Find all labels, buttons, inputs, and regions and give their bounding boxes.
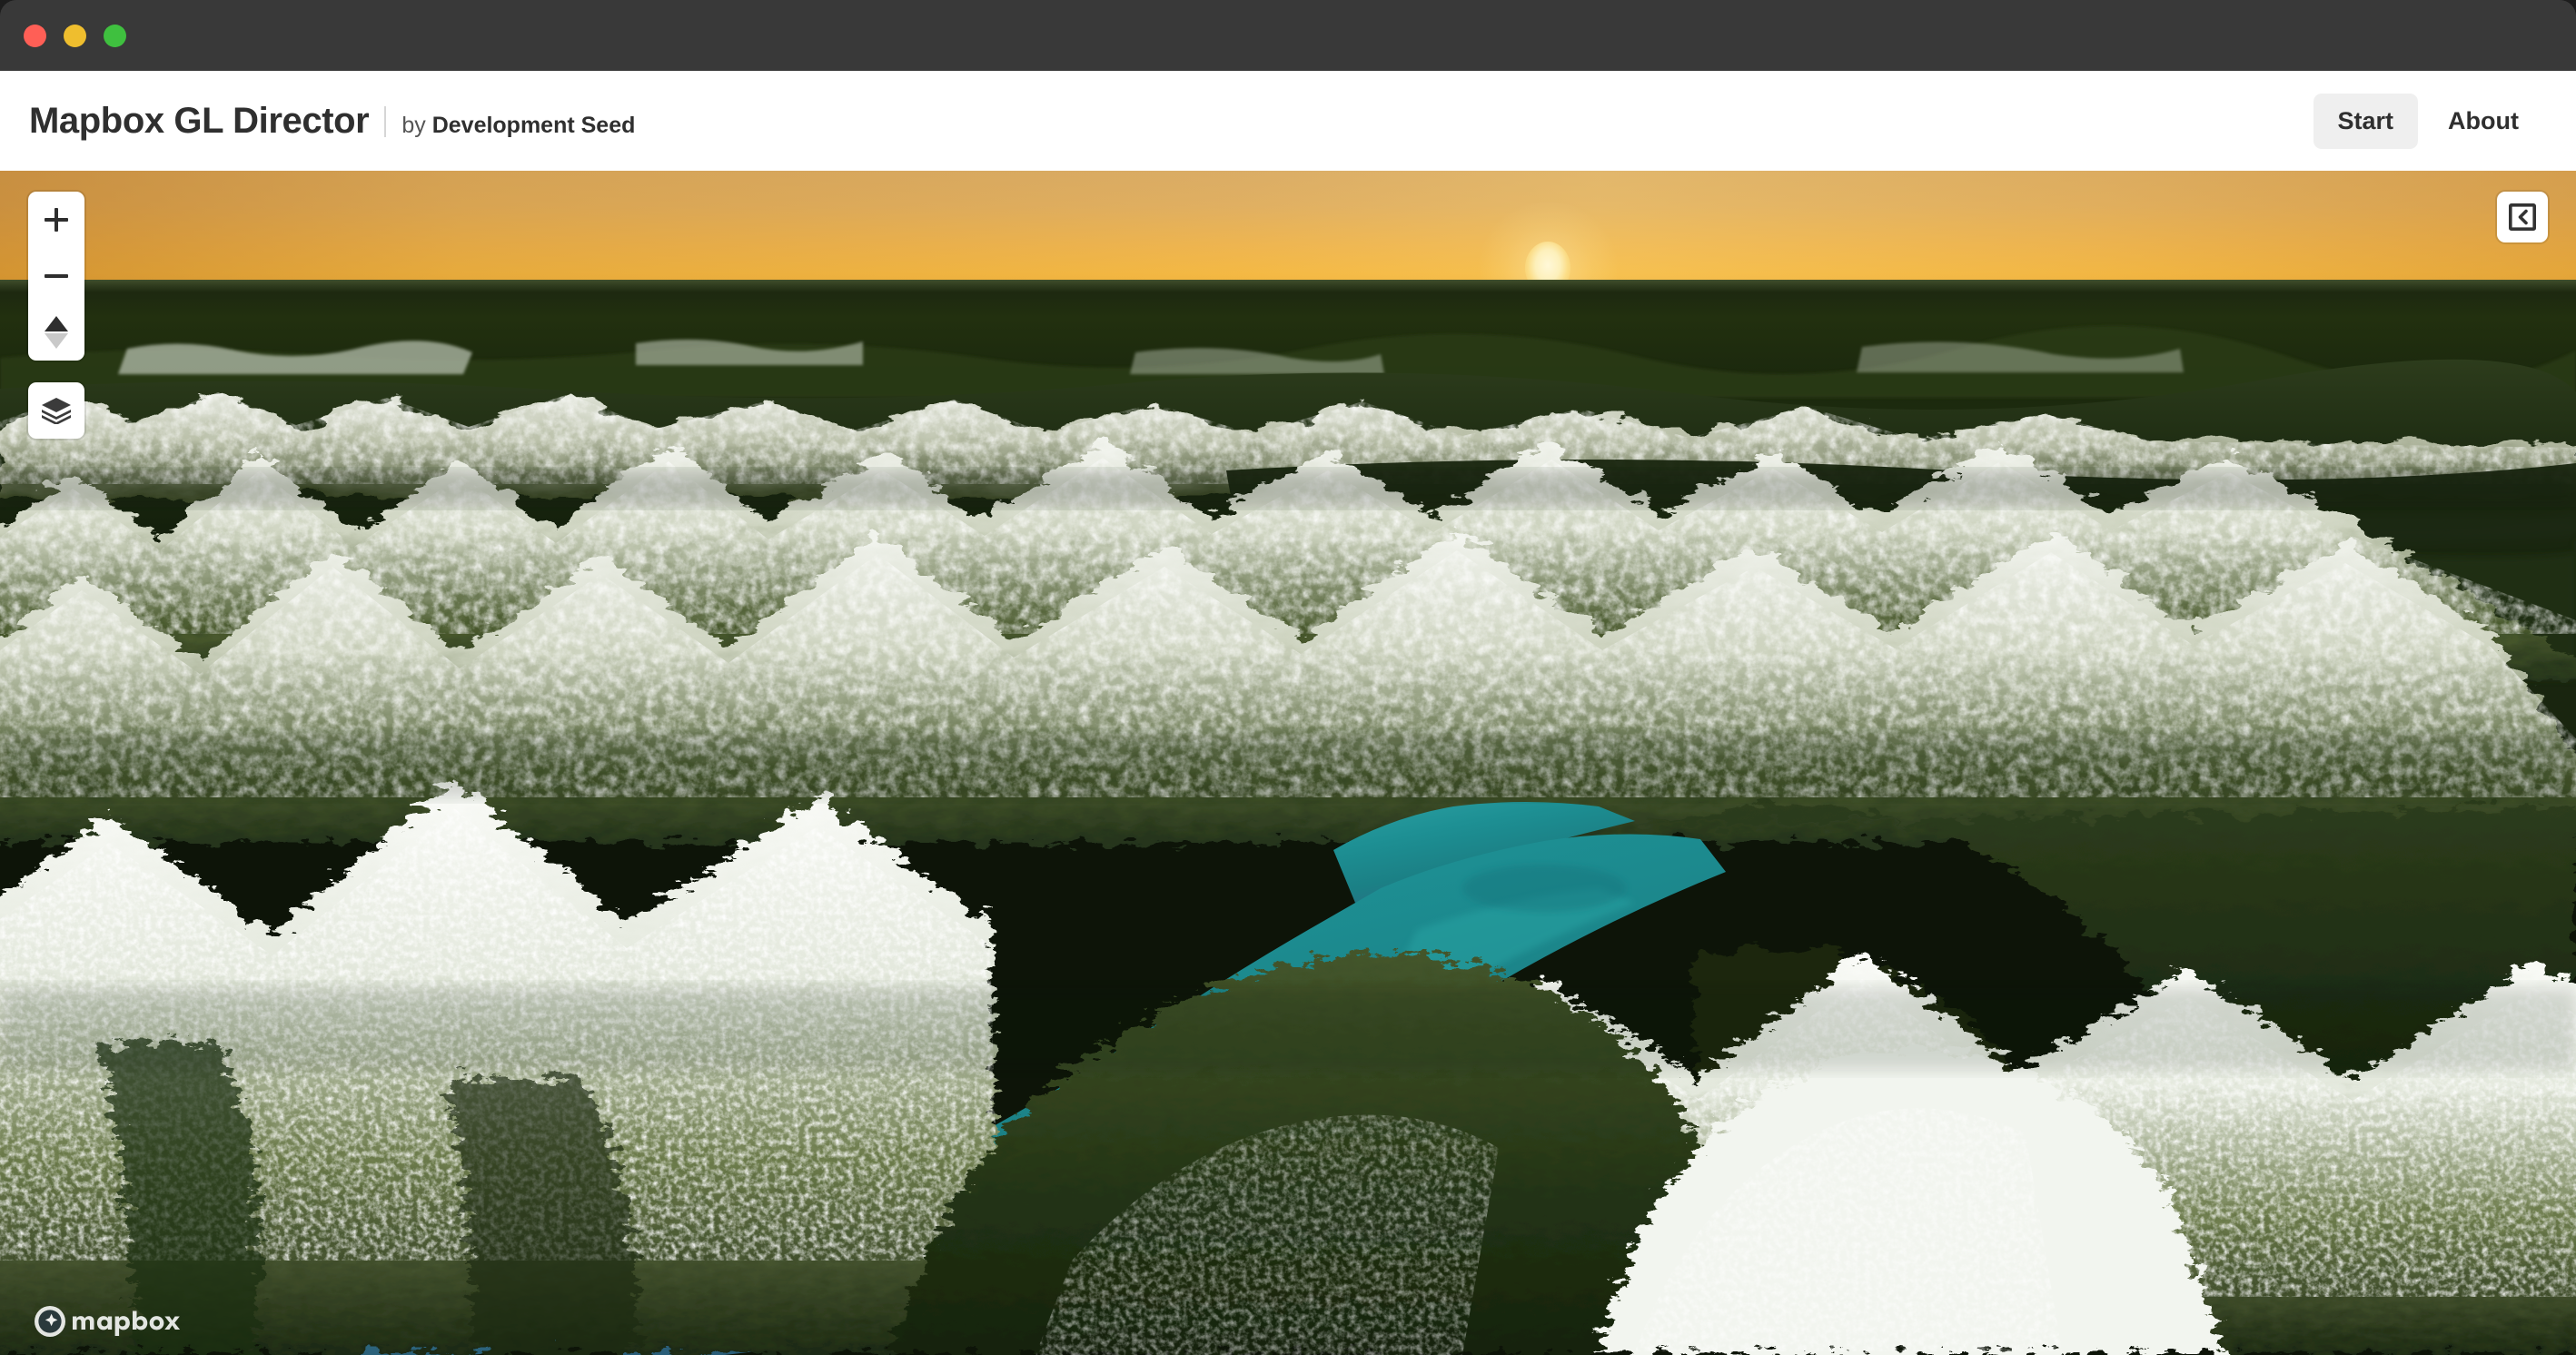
map-canvas[interactable] bbox=[0, 171, 2576, 1355]
panel-collapse-left-icon bbox=[2509, 203, 2536, 231]
terrain-render bbox=[0, 325, 2576, 1355]
compass-button[interactable] bbox=[28, 304, 84, 361]
compass-north-triangle bbox=[45, 316, 68, 331]
map-layers-control[interactable] bbox=[28, 382, 84, 439]
minus-icon bbox=[45, 274, 68, 278]
compass-icon bbox=[45, 316, 68, 349]
brand-by-name: Development Seed bbox=[431, 112, 636, 138]
brand: Mapbox GL Director by Development Seed bbox=[29, 101, 635, 142]
brand-divider bbox=[384, 105, 387, 137]
minimize-window-button[interactable] bbox=[64, 24, 86, 47]
collapse-panel-button[interactable] bbox=[2497, 192, 2548, 242]
brand-by-prefix: by bbox=[401, 112, 432, 138]
app-header: Mapbox GL Director by Development Seed S… bbox=[0, 71, 2576, 171]
plus-icon-vertical bbox=[54, 208, 58, 232]
zoom-in-button[interactable] bbox=[28, 192, 84, 248]
header-nav: Start About bbox=[2313, 93, 2543, 149]
traffic-light-group bbox=[24, 24, 126, 47]
zoom-out-button[interactable] bbox=[28, 248, 84, 304]
close-window-button[interactable] bbox=[24, 24, 46, 47]
brand-attribution: by Development Seed bbox=[401, 113, 635, 139]
nav-start-button[interactable]: Start bbox=[2313, 93, 2419, 149]
mapbox-attribution-logo[interactable] bbox=[31, 1302, 200, 1340]
maximize-window-button[interactable] bbox=[104, 24, 126, 47]
page-title: Mapbox GL Director bbox=[29, 100, 370, 141]
layers-button[interactable] bbox=[28, 382, 84, 439]
layers-icon bbox=[42, 398, 71, 424]
map-navigation-controls bbox=[28, 192, 84, 361]
nav-about-button[interactable]: About bbox=[2423, 94, 2543, 149]
window-titlebar bbox=[0, 0, 2576, 71]
compass-south-triangle bbox=[45, 333, 68, 349]
app-window: Mapbox GL Director by Development Seed S… bbox=[0, 0, 2576, 1355]
mapbox-logo-icon bbox=[35, 1306, 181, 1337]
